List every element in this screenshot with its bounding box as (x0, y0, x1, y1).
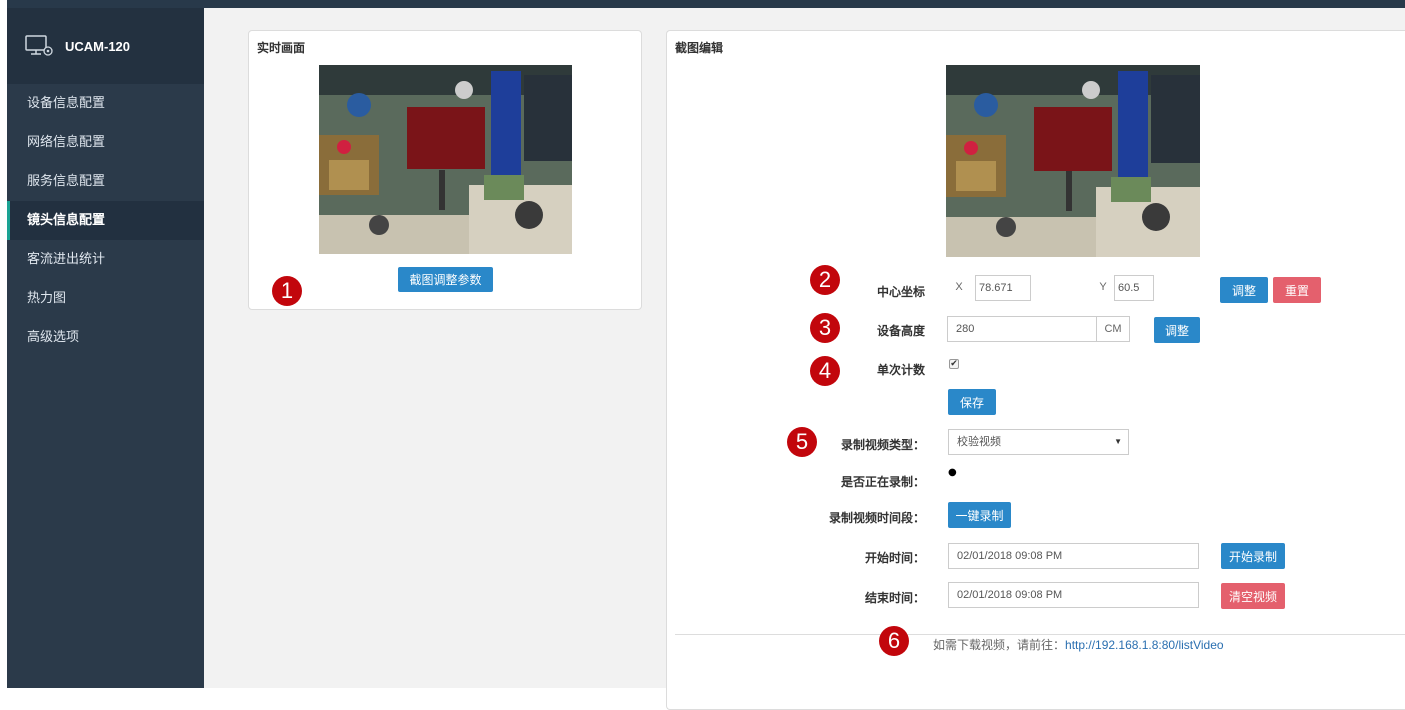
sidebar-item-lens-config[interactable]: 镜头信息配置 (7, 201, 204, 240)
end-time-input[interactable]: 02/01/2018 09:08 PM (948, 582, 1199, 608)
y-prefix: Y (1099, 281, 1107, 293)
sidebar-item-device-config[interactable]: 设备信息配置 (7, 84, 204, 123)
single-count-label: 单次计数 (876, 363, 925, 377)
sidebar-item-heatmap[interactable]: 热力图 (7, 279, 204, 318)
camera-frame-graphic (319, 65, 572, 254)
end-time-label: 结束时间： (864, 591, 925, 605)
record-period-label: 录制视频时间段： (828, 511, 925, 525)
device-height-input[interactable]: 280 (947, 316, 1097, 342)
main-content: 实时画面 截图调整参数 截图编辑 中心坐标 X 78.671 Y 60.5 调整… (204, 8, 1405, 710)
snapshot-frame-graphic (946, 65, 1200, 257)
recording-status-indicator: ● (948, 467, 957, 478)
clear-video-button[interactable]: 清空视频 (1221, 583, 1285, 609)
save-button[interactable]: 保存 (948, 389, 996, 415)
device-height-label: 设备高度 (876, 324, 925, 338)
sidebar-item-service-config[interactable]: 服务信息配置 (7, 162, 204, 201)
download-note: 如需下载视频，请前往：http://192.168.1.8:80/listVid… (933, 636, 1224, 653)
divider (675, 634, 1405, 635)
annotation-marker-2: 2 (810, 265, 840, 295)
start-record-button[interactable]: 开始录制 (1221, 543, 1285, 569)
download-note-text: 如需下载视频，请前往： (933, 638, 1066, 652)
brand: UCAM-120 (7, 8, 204, 84)
capture-adjust-button[interactable]: 截图调整参数 (398, 267, 493, 292)
sidebar-item-advanced[interactable]: 高级选项 (7, 318, 204, 357)
annotation-marker-6: 6 (879, 626, 909, 656)
record-type-select[interactable]: 校验视频 ▼ (948, 429, 1129, 455)
height-unit: CM (1097, 316, 1130, 342)
center-x-input[interactable]: 78.671 (975, 275, 1031, 301)
x-prefix: X (955, 281, 963, 293)
snapshot-image (946, 65, 1200, 257)
app-name: UCAM-120 (65, 38, 131, 54)
center-coordinate-label: 中心坐标 (876, 285, 925, 299)
recording-status-label: 是否正在录制： (840, 475, 925, 489)
sidebar-item-traffic-stats[interactable]: 客流进出统计 (7, 240, 204, 279)
chevron-down-icon: ▼ (1114, 437, 1122, 446)
snapshot-editor-panel: 截图编辑 中心坐标 X 78.671 Y 60.5 调整 重置 设备高度 280… (666, 30, 1405, 710)
left-edge (0, 0, 7, 688)
monitor-gear-icon (25, 35, 53, 56)
annotation-marker-3: 3 (810, 313, 840, 343)
center-adjust-button[interactable]: 调整 (1220, 277, 1268, 303)
live-camera-image (319, 65, 572, 254)
center-y-input[interactable]: 60.5 (1114, 275, 1154, 301)
record-type-selected: 校验视频 (957, 436, 1001, 448)
height-adjust-button[interactable]: 调整 (1154, 317, 1200, 343)
sidebar: UCAM-120 设备信息配置 网络信息配置 服务信息配置 镜头信息配置 客流进… (7, 8, 204, 688)
single-count-checkbox[interactable]: ✔ (949, 359, 959, 369)
start-time-label: 开始时间： (864, 551, 925, 565)
snapshot-editor-title: 截图编辑 (675, 41, 724, 55)
one-click-record-button[interactable]: 一键录制 (948, 502, 1011, 528)
center-reset-button[interactable]: 重置 (1273, 277, 1321, 303)
live-view-panel: 实时画面 截图调整参数 (248, 30, 642, 310)
annotation-marker-1: 1 (272, 276, 302, 306)
start-time-input[interactable]: 02/01/2018 09:08 PM (948, 543, 1199, 569)
app-window: UCAM-120 设备信息配置 网络信息配置 服务信息配置 镜头信息配置 客流进… (0, 0, 1405, 710)
top-bar (7, 0, 1405, 8)
annotation-marker-5: 5 (787, 427, 817, 457)
download-link[interactable]: http://192.168.1.8:80/listVideo (1065, 638, 1224, 652)
live-view-title: 实时画面 (257, 41, 306, 55)
sidebar-item-network-config[interactable]: 网络信息配置 (7, 123, 204, 162)
annotation-marker-4: 4 (810, 356, 840, 386)
